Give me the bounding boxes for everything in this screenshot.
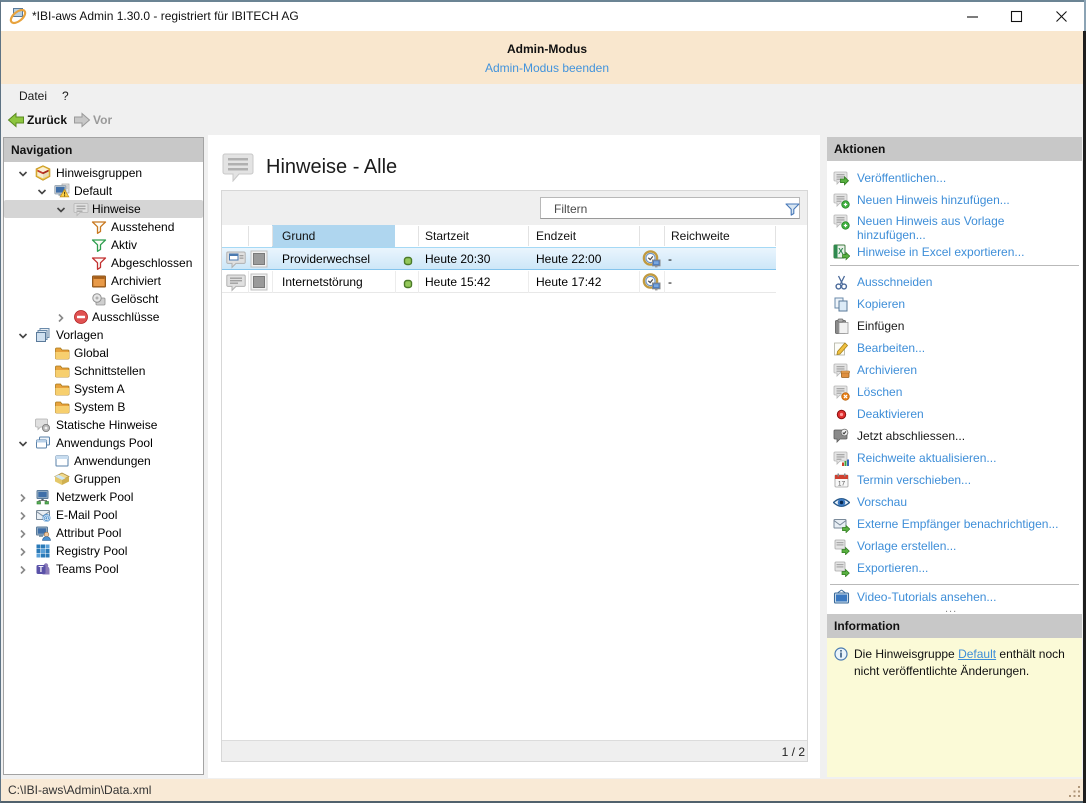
- svg-text:17: 17: [838, 481, 846, 488]
- svg-text:@: @: [43, 514, 51, 523]
- svg-text:T: T: [39, 565, 44, 574]
